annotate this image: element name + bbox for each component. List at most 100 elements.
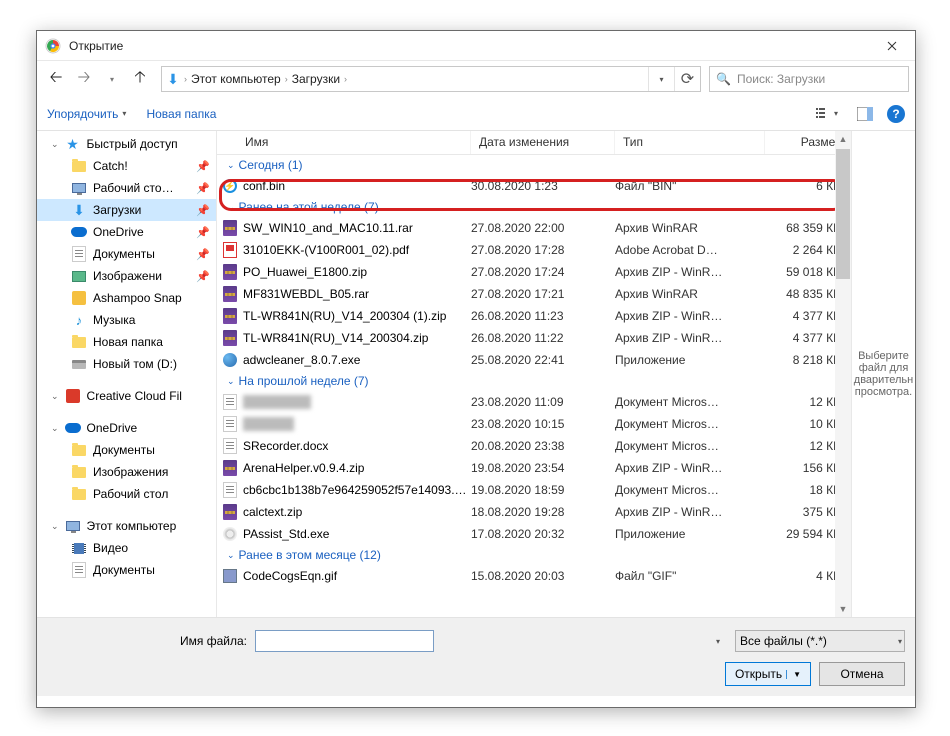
scroll-up-button[interactable]: ▲ bbox=[835, 131, 851, 147]
file-row[interactable]: PO_Huawei_E1800.zip27.08.2020 17:24Архив… bbox=[217, 261, 851, 283]
search-input[interactable]: 🔍 Поиск: Загрузки bbox=[709, 66, 909, 92]
tree-item[interactable]: Изображени📌 bbox=[37, 265, 216, 287]
file-size: 29 594 КБ bbox=[765, 527, 841, 541]
file-row[interactable]: ArenaHelper.v0.9.4.zip19.08.2020 23:54Ар… bbox=[217, 457, 851, 479]
pdf-icon bbox=[217, 242, 243, 258]
breadcrumb-dropdown[interactable]: ▾ bbox=[648, 67, 674, 91]
file-date: 30.08.2020 1:23 bbox=[471, 179, 615, 193]
search-placeholder: Поиск: Загрузки bbox=[737, 72, 825, 86]
tree-item[interactable]: Изображения bbox=[37, 461, 216, 483]
breadcrumb[interactable]: ⬇ › Этот компьютер › Загрузки › ▾ ⟳ bbox=[161, 66, 701, 92]
recent-locations-dropdown[interactable]: ▾ bbox=[99, 66, 125, 92]
tree-item[interactable]: Новая папка bbox=[37, 331, 216, 353]
file-row[interactable]: conf.bin30.08.2020 1:23Файл "BIN"6 КБ bbox=[217, 175, 851, 197]
bottom-panel: Имя файла: ▾ Все файлы (*.*) ▾ Открыть▼ … bbox=[37, 617, 915, 696]
tree-item[interactable]: OneDrive📌 bbox=[37, 221, 216, 243]
organize-menu[interactable]: Упорядочить ▾ bbox=[47, 107, 126, 121]
filename-input[interactable] bbox=[255, 630, 434, 652]
rar-icon bbox=[217, 308, 243, 324]
file-row[interactable]: SW_WIN10_and_MAC10.11.rar27.08.2020 22:0… bbox=[217, 217, 851, 239]
tree-item-label: Изображения bbox=[93, 465, 168, 479]
file-row[interactable]: cb6cbc1b138b7e964259052f57e14093.docx19.… bbox=[217, 479, 851, 501]
file-size: 12 КБ bbox=[765, 395, 841, 409]
video-icon bbox=[71, 540, 87, 556]
tree-item[interactable]: Рабочий стол bbox=[37, 483, 216, 505]
tree-item[interactable]: Catch!📌 bbox=[37, 155, 216, 177]
close-button[interactable] bbox=[869, 31, 915, 61]
file-size: 4 377 КБ bbox=[765, 309, 841, 323]
preview-pane-button[interactable] bbox=[849, 103, 881, 125]
file-row[interactable]: ████████23.08.2020 11:09Документ Micros…… bbox=[217, 391, 851, 413]
column-type[interactable]: Тип bbox=[615, 131, 765, 154]
file-row[interactable]: TL-WR841N(RU)_V14_200304 (1).zip26.08.20… bbox=[217, 305, 851, 327]
tree-item-label: Новая папка bbox=[93, 335, 163, 349]
new-folder-button[interactable]: Новая папка bbox=[146, 107, 216, 121]
tree-item[interactable]: Документы bbox=[37, 559, 216, 581]
filename-dropdown[interactable]: ▾ bbox=[710, 631, 726, 651]
navigation-pane[interactable]: ⌄★Быстрый доступCatch!📌Рабочий сто…📌⬇Заг… bbox=[37, 131, 217, 617]
tree-item[interactable]: Ashampoo Snap bbox=[37, 287, 216, 309]
snap-icon bbox=[71, 290, 87, 306]
group-header[interactable]: ⌄На прошлой неделе (7) bbox=[217, 371, 851, 391]
tree-item[interactable]: ♪Музыка bbox=[37, 309, 216, 331]
file-row[interactable]: CodeCogsEqn.gif15.08.2020 20:03Файл "GIF… bbox=[217, 565, 851, 587]
filter-dropdown[interactable]: Все файлы (*.*) ▾ bbox=[735, 630, 905, 652]
file-row[interactable]: PAssist_Std.exe17.08.2020 20:32Приложени… bbox=[217, 523, 851, 545]
file-row[interactable]: adwcleaner_8.0.7.exe25.08.2020 22:41Прил… bbox=[217, 349, 851, 371]
column-name[interactable]: Имя bbox=[217, 131, 471, 154]
tree-item-label: Рабочий сто… bbox=[93, 181, 174, 195]
open-button[interactable]: Открыть▼ bbox=[725, 662, 811, 686]
file-row[interactable]: calctext.zip18.08.2020 19:28Архив ZIP - … bbox=[217, 501, 851, 523]
tree-item[interactable]: ⌄Creative Cloud Fil bbox=[37, 385, 216, 407]
chevron-down-icon: ▾ bbox=[898, 637, 902, 646]
file-row[interactable]: MF831WEBDL_B05.rar27.08.2020 17:21Архив … bbox=[217, 283, 851, 305]
file-date: 27.08.2020 17:24 bbox=[471, 265, 615, 279]
scrollbar[interactable]: ▲ ▼ bbox=[835, 131, 851, 617]
tree-item[interactable]: Новый том (D:) bbox=[37, 353, 216, 375]
help-button[interactable]: ? bbox=[887, 105, 905, 123]
tree-item[interactable]: ⌄OneDrive bbox=[37, 417, 216, 439]
file-size: 48 835 КБ bbox=[765, 287, 841, 301]
file-date: 27.08.2020 17:21 bbox=[471, 287, 615, 301]
file-row[interactable]: ██████23.08.2020 10:15Документ Micros…10… bbox=[217, 413, 851, 435]
scrollbar-thumb[interactable] bbox=[836, 149, 850, 279]
column-headers[interactable]: Имя Дата изменения Тип Размер bbox=[217, 131, 851, 155]
tree-item-label: OneDrive bbox=[87, 421, 138, 435]
up-button[interactable]: 🡡 bbox=[127, 66, 153, 92]
file-row[interactable]: 31010EKK-(V100R001_02).pdf27.08.2020 17:… bbox=[217, 239, 851, 261]
expand-icon: ⌄ bbox=[51, 391, 59, 402]
tree-item[interactable]: ⌄★Быстрый доступ bbox=[37, 133, 216, 155]
file-row[interactable]: SRecorder.docx20.08.2020 23:38Документ M… bbox=[217, 435, 851, 457]
refresh-button[interactable]: ⟳ bbox=[674, 67, 700, 91]
file-date: 27.08.2020 22:00 bbox=[471, 221, 615, 235]
file-name: 31010EKK-(V100R001_02).pdf bbox=[243, 243, 471, 257]
file-row[interactable]: TL-WR841N(RU)_V14_200304.zip26.08.2020 1… bbox=[217, 327, 851, 349]
file-type: Архив WinRAR bbox=[615, 221, 765, 235]
titlebar: Открытие bbox=[37, 31, 915, 61]
tree-item[interactable]: Рабочий сто…📌 bbox=[37, 177, 216, 199]
tree-item-label: Видео bbox=[93, 541, 128, 555]
command-toolbar: Упорядочить ▾ Новая папка ▾ ? bbox=[37, 97, 915, 131]
tree-item[interactable]: ⌄Этот компьютер bbox=[37, 515, 216, 537]
tree-item[interactable]: Документы bbox=[37, 439, 216, 461]
file-name: PAssist_Std.exe bbox=[243, 527, 471, 541]
forward-button[interactable]: 🡢 bbox=[71, 66, 97, 92]
group-header[interactable]: ⌄Ранее на этой неделе (7) bbox=[217, 197, 851, 217]
breadcrumb-part[interactable]: Этот компьютер bbox=[187, 72, 285, 86]
chevron-down-icon: ⌄ bbox=[227, 550, 235, 561]
cancel-button[interactable]: Отмена bbox=[819, 662, 905, 686]
tree-item[interactable]: ⬇Загрузки📌 bbox=[37, 199, 216, 221]
tree-item[interactable]: Документы📌 bbox=[37, 243, 216, 265]
column-date[interactable]: Дата изменения bbox=[471, 131, 615, 154]
star-icon: ★ bbox=[65, 136, 81, 152]
file-name: ArenaHelper.v0.9.4.zip bbox=[243, 461, 471, 475]
tree-item[interactable]: Видео bbox=[37, 537, 216, 559]
group-header[interactable]: ⌄Сегодня (1) bbox=[217, 155, 851, 175]
scroll-down-button[interactable]: ▼ bbox=[835, 601, 851, 617]
onedrive-icon bbox=[71, 224, 87, 240]
group-header[interactable]: ⌄Ранее в этом месяце (12) bbox=[217, 545, 851, 565]
view-options-button[interactable]: ▾ bbox=[811, 103, 843, 125]
file-list[interactable]: Имя Дата изменения Тип Размер ⌄Сегодня (… bbox=[217, 131, 851, 617]
back-button[interactable]: 🡠 bbox=[43, 66, 69, 92]
breadcrumb-part[interactable]: Загрузки bbox=[288, 72, 344, 86]
